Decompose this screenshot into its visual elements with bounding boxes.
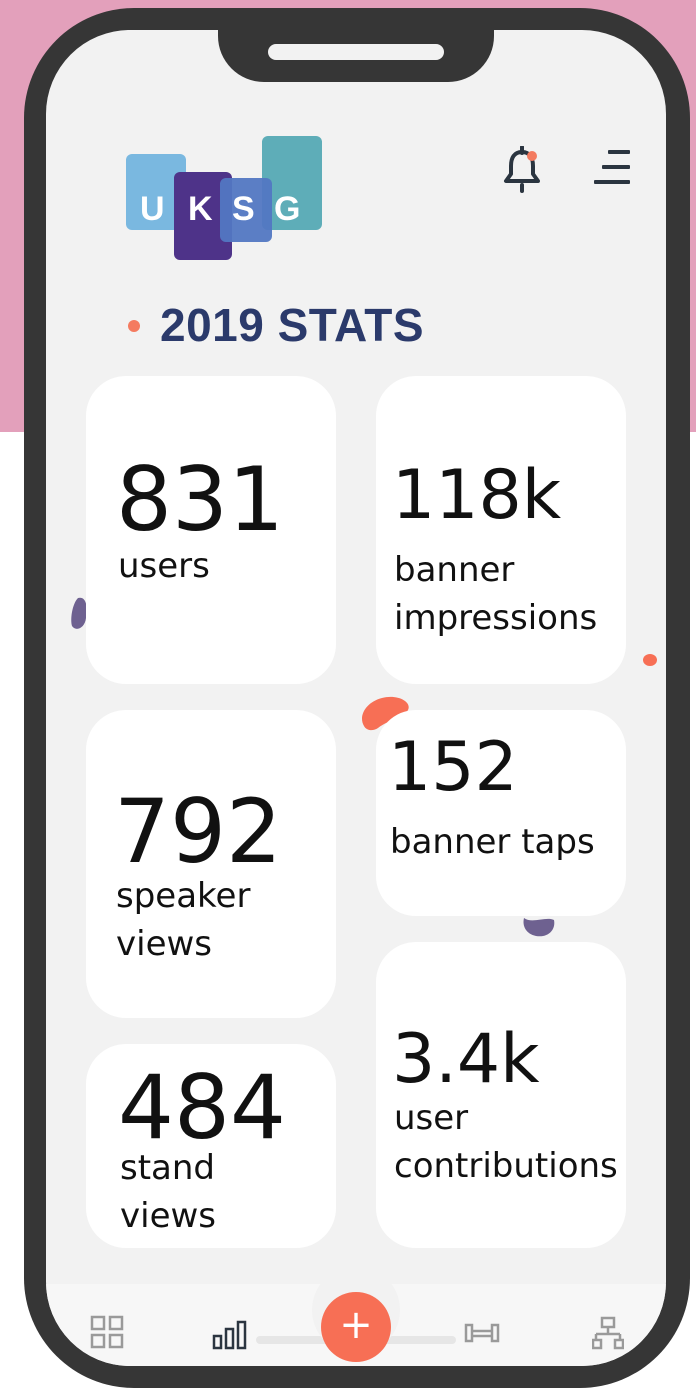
stat-card-users: 831 users	[86, 376, 336, 684]
decor-blob-orange-right	[643, 654, 657, 666]
stat-card-stand-views: 484 stand views	[86, 1044, 336, 1248]
logo-letter-u: U	[140, 190, 165, 228]
notification-bell-icon[interactable]	[502, 145, 542, 194]
logo-letter-s: S	[232, 190, 255, 228]
stat-card-banner-taps: 152 banner taps	[376, 710, 626, 916]
notch-speaker	[268, 44, 444, 60]
stat-value: 3.4k	[392, 1020, 540, 1099]
decor-blob-purple-right	[523, 918, 555, 937]
stat-label: user contributions	[394, 1098, 618, 1186]
stat-label: speaker views	[116, 876, 251, 964]
stat-value: 152	[388, 728, 518, 807]
stat-value: 831	[116, 448, 284, 551]
stat-card-banner-impressions: 118k banner impressions	[376, 376, 626, 684]
stat-label: users	[118, 546, 210, 586]
title-bullet	[128, 320, 140, 332]
logo-letter-g: G	[274, 190, 301, 228]
phone-notch	[218, 30, 494, 82]
stat-card-user-contributions: 3.4k user contributions	[376, 942, 626, 1248]
page-title: 2019 STATS	[160, 299, 425, 351]
phone-screen: U K S G 2019 STATS 831 users 118k banner…	[46, 30, 666, 1366]
stat-label: banner impressions	[394, 550, 598, 638]
logo-letter-k: K	[188, 190, 213, 228]
booth-icon[interactable]	[464, 1322, 500, 1344]
phone-frame: U K S G 2019 STATS 831 users 118k banner…	[24, 8, 690, 1388]
stat-value: 118k	[392, 456, 562, 535]
add-button[interactable]: +	[321, 1292, 391, 1362]
stat-value: 792	[114, 780, 282, 883]
stat-card-speaker-views: 792 speaker views	[86, 710, 336, 1018]
uksg-logo: U K S G	[126, 136, 326, 260]
stats-icon[interactable]	[212, 1320, 248, 1350]
stat-label: banner taps	[390, 822, 595, 862]
stat-value: 484	[118, 1056, 286, 1159]
dashboard-icon[interactable]	[90, 1315, 124, 1349]
stat-label: stand views	[120, 1148, 217, 1236]
network-icon[interactable]	[592, 1316, 624, 1350]
menu-icon[interactable]	[594, 150, 630, 186]
